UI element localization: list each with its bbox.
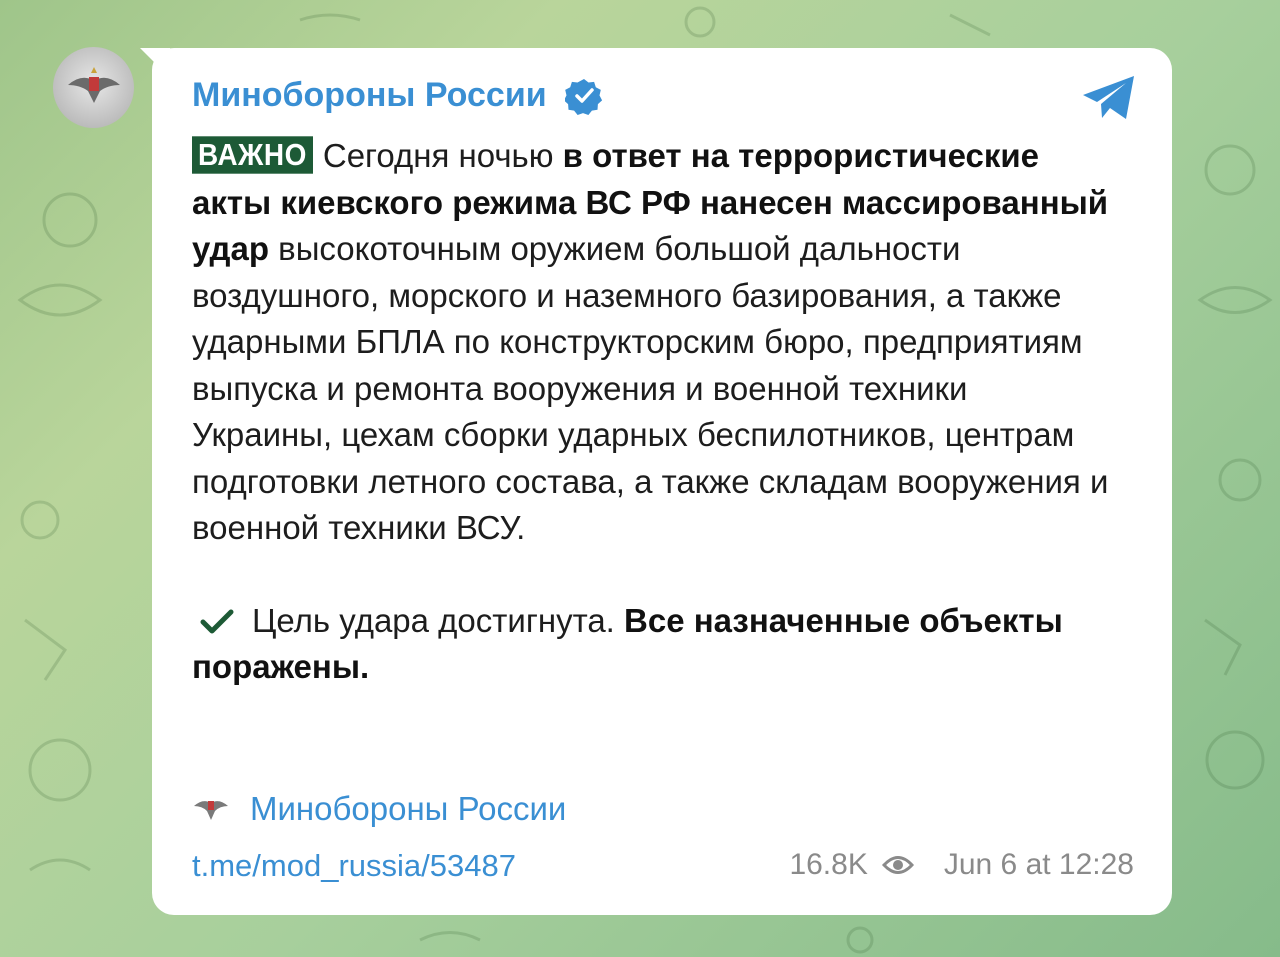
message-paragraph-2: Цель удара достигнута. Все назначенные о… [192, 598, 1112, 691]
p1-text-2: высокоточным оружием большой дальности в… [192, 230, 1109, 546]
channel-avatar[interactable] [53, 47, 134, 128]
post-link[interactable]: t.me/mod_russia/53487 [192, 848, 516, 884]
mod-emblem-icon [194, 801, 228, 820]
channel-name[interactable]: Минобороны России [192, 76, 547, 115]
message-bubble[interactable]: Минобороны России ВАЖНО Сегодня ночью в о… [152, 48, 1172, 915]
checkmark-icon [200, 609, 234, 633]
important-badge: ВАЖНО [192, 136, 313, 174]
eye-icon [881, 856, 914, 874]
message-text: ВАЖНО Сегодня ночью в ответ на террористи… [192, 133, 1112, 691]
channel-title[interactable]: Минобороны России [192, 76, 603, 115]
view-count: 16.8K [789, 848, 868, 881]
post-date: Jun 6 at 12:28 [943, 848, 1134, 881]
signature[interactable]: Минобороны России [192, 790, 566, 828]
message-paragraph-1: ВАЖНО Сегодня ночью в ответ на террористи… [192, 133, 1112, 552]
post-meta: 16.8K Jun 6 at 12:28 [789, 848, 1134, 882]
telegram-icon [1083, 76, 1134, 119]
p2-text: Цель удара достигнута. [252, 601, 625, 639]
signature-label[interactable]: Минобороны России [250, 790, 566, 828]
mod-emblem-icon [67, 66, 120, 103]
verified-badge-icon [564, 78, 602, 115]
p1-text-1: Сегодня ночью [322, 137, 563, 174]
